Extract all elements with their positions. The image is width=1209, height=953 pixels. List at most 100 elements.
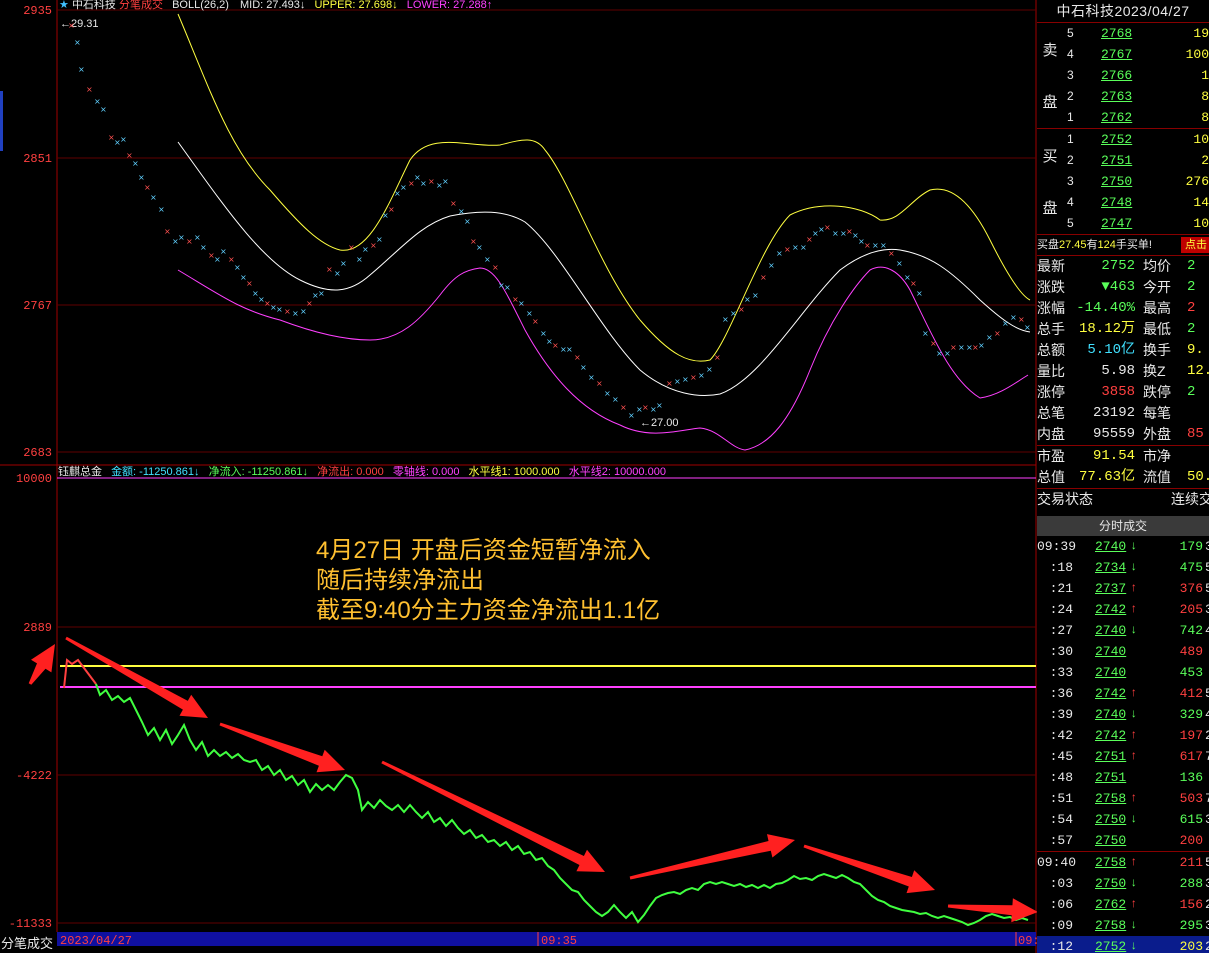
tick-row[interactable]: 09:40 2758 ↑ 211 5	[1037, 851, 1209, 873]
tick-time: :51	[1049, 791, 1073, 806]
tick-marker: ×	[776, 249, 783, 258]
sell-order-row[interactable]: 1 2762 8	[1037, 107, 1209, 128]
tick-count: 5	[1205, 560, 1209, 575]
tick-row[interactable]: :54 2750 ↓ 615 3	[1037, 809, 1209, 830]
sell-orderbook: 卖 盘 5 2768 19 4 2767 100 3 2766 1 2 2763 8 1 2762 8	[1037, 23, 1209, 129]
quote-label: 总手	[1037, 321, 1065, 337]
tick-marker: ×	[950, 343, 957, 352]
tick-row[interactable]: :51 2758 ↑ 503 7	[1037, 788, 1209, 809]
trend-arrows	[28, 636, 1037, 923]
buy-order-row[interactable]: 5 2747 10	[1037, 213, 1209, 234]
tick-volume: 288	[1179, 876, 1203, 891]
tick-row[interactable]: 09:39 2740 ↓ 179 3	[1037, 536, 1209, 557]
sell-order-price[interactable]: 2767	[1101, 44, 1132, 65]
red-arrow	[219, 722, 345, 773]
svg-text:←27.00: ←27.00	[640, 417, 679, 429]
tick-row[interactable]: :27 2740 ↓ 742 4	[1037, 620, 1209, 641]
indicator-name: BOLL(26,2)	[172, 0, 229, 11]
tick-marker: ×	[420, 179, 427, 188]
buy-order-price[interactable]: 2750	[1101, 171, 1132, 192]
tick-row[interactable]: :30 2740 489	[1037, 641, 1209, 662]
quote-label: 市盈	[1037, 448, 1065, 464]
tick-marker: ×	[784, 245, 791, 254]
buy-order-row[interactable]: 1 2752 10	[1037, 129, 1209, 150]
tick-row[interactable]: :21 2737 ↑ 376 5	[1037, 578, 1209, 599]
sell-order-row[interactable]: 5 2768 19	[1037, 23, 1209, 44]
tick-marker: ×	[792, 243, 799, 252]
tick-marker: ×	[334, 269, 341, 278]
tick-volume: 203	[1179, 939, 1203, 953]
tick-marker: ×	[714, 353, 721, 362]
tick-time: :57	[1049, 833, 1073, 848]
quote-row: 量比 5.98 换Z 12.	[1037, 361, 1209, 382]
tick-marker: ×	[832, 229, 839, 238]
tick-list[interactable]: 09:39 2740 ↓ 179 3:18 2734 ↓ 475 5:21 2737 ↑ 376 5:2…	[1037, 536, 1209, 953]
tick-row[interactable]: :18 2734 ↓ 475 5	[1037, 557, 1209, 578]
buy-order-volume: 10	[1193, 216, 1209, 231]
tick-time: :12	[1049, 939, 1073, 953]
sell-order-price[interactable]: 2763	[1101, 86, 1132, 107]
ticks-header[interactable]: 分时成交	[1037, 516, 1209, 536]
sell-order-level: 4	[1067, 47, 1074, 61]
arrow-down-icon: ↓	[1130, 707, 1138, 721]
quote-row: 内盘 95559 外盘 85	[1037, 424, 1209, 445]
buy-order-row[interactable]: 4 2748 14	[1037, 192, 1209, 213]
quote-value: 3858	[1101, 384, 1135, 400]
tick-price: 2750	[1095, 876, 1127, 891]
tick-time: :48	[1049, 770, 1073, 785]
tick-marker: ×	[690, 373, 697, 382]
arrow-down-icon: ↓	[1130, 918, 1138, 932]
tick-time: :39	[1049, 707, 1073, 722]
tick-price: 2752	[1095, 939, 1127, 953]
sell-order-row[interactable]: 4 2767 100	[1037, 44, 1209, 65]
tick-marker: ×	[922, 329, 929, 338]
sell-order-price[interactable]: 2766	[1101, 65, 1132, 86]
tick-marker: ×	[132, 159, 139, 168]
red-arrow	[381, 760, 605, 872]
tick-volume: 453	[1179, 665, 1203, 680]
tick-row[interactable]: :48 2751 136	[1037, 767, 1209, 788]
tick-marker: ×	[362, 245, 369, 254]
tick-row[interactable]: :57 2750 200	[1037, 830, 1209, 851]
tick-marker: ×	[620, 403, 627, 412]
quote-label: 最低	[1143, 321, 1171, 337]
buy-order-price[interactable]: 2747	[1101, 213, 1132, 234]
tick-row[interactable]: :36 2742 ↑ 412 5	[1037, 683, 1209, 704]
quote-row: 总笔 23192 每笔	[1037, 403, 1209, 424]
tick-row[interactable]: :03 2750 ↓ 288 3	[1037, 873, 1209, 894]
tick-row[interactable]: :42 2742 ↑ 197 2	[1037, 725, 1209, 746]
tick-marker: ×	[896, 259, 903, 268]
tick-marker: ×	[888, 249, 895, 258]
buy-order-price[interactable]: 2748	[1101, 192, 1132, 213]
tick-row[interactable]: :06 2762 ↑ 156 2	[1037, 894, 1209, 915]
tick-row[interactable]: :12 2752 ↓ 203 2	[1037, 936, 1209, 953]
click-button[interactable]: 点击	[1181, 237, 1209, 253]
tick-row[interactable]: :45 2751 ↑ 617 7	[1037, 746, 1209, 767]
net-flow-red	[63, 658, 97, 689]
tick-marker: ×	[144, 183, 151, 192]
chart-canvas[interactable]: 2935 2851 2767 2683 ★ 中石科技 分笔成交 BOLL(26,…	[0, 0, 1037, 953]
quote-value: 23192	[1092, 405, 1135, 421]
buy-order-level: 3	[1067, 174, 1074, 188]
y-tick-label: 2683	[23, 446, 52, 460]
sell-order-row[interactable]: 2 2763 8	[1037, 86, 1209, 107]
side-mode-label[interactable]: 分笔成交	[1, 933, 53, 952]
tick-marker: ×	[400, 183, 407, 192]
sell-order-price[interactable]: 2768	[1101, 23, 1132, 44]
tick-row[interactable]: :24 2742 ↑ 205 3	[1037, 599, 1209, 620]
y-tick-label: -11333	[9, 917, 52, 931]
sell-order-price[interactable]: 2762	[1101, 107, 1132, 128]
arrow-down-icon: ↓	[1130, 812, 1138, 826]
buy-order-row[interactable]: 3 2750 276	[1037, 171, 1209, 192]
buy-order-price[interactable]: 2752	[1101, 129, 1132, 150]
tick-row[interactable]: :39 2740 ↓ 329 4	[1037, 704, 1209, 725]
buy-order-price[interactable]: 2751	[1101, 150, 1132, 171]
tick-row[interactable]: :09 2758 ↓ 295 3	[1037, 915, 1209, 936]
buy-order-row[interactable]: 2 2751 2	[1037, 150, 1209, 171]
sell-order-row[interactable]: 3 2766 1	[1037, 65, 1209, 86]
tick-marker: ×	[566, 345, 573, 354]
tick-row[interactable]: :33 2740 453	[1037, 662, 1209, 683]
tick-marker: ×	[800, 243, 807, 252]
sell-order-level: 3	[1067, 68, 1074, 82]
tick-count: 2	[1205, 939, 1209, 953]
